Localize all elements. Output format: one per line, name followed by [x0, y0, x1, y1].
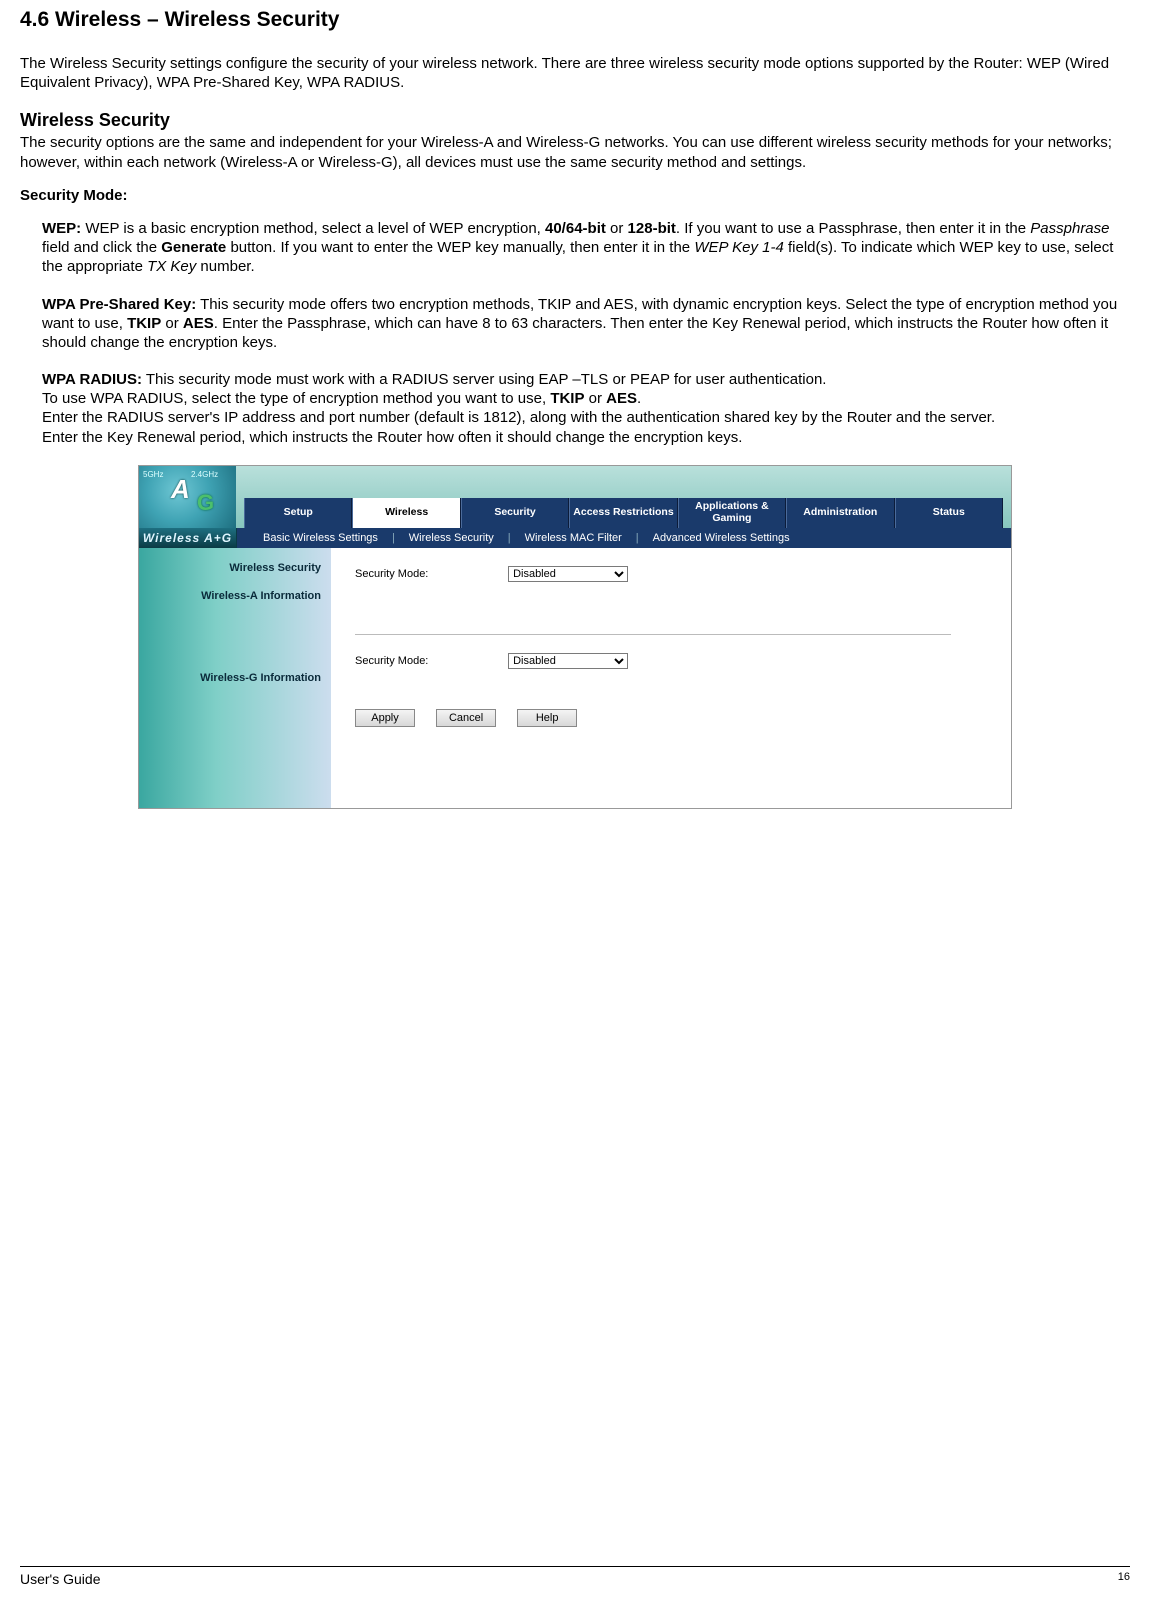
- router-sub-tabs: Basic Wireless Settings| Wireless Securi…: [237, 528, 1011, 548]
- wpa-radius-paragraph: WPA RADIUS: This security mode must work…: [42, 370, 1130, 447]
- tab-administration[interactable]: Administration: [786, 498, 894, 528]
- footer-guide-label: User's Guide: [20, 1571, 100, 1587]
- wireless-security-desc: The security options are the same and in…: [20, 133, 1130, 171]
- security-mode-a-select[interactable]: Disabled: [508, 566, 628, 582]
- subtab-advanced-wireless[interactable]: Advanced Wireless Settings: [639, 532, 804, 544]
- security-mode-a-label: Security Mode:: [355, 568, 505, 580]
- footer-page-number: 16: [1118, 1571, 1130, 1587]
- security-mode-g-select[interactable]: Disabled: [508, 653, 628, 669]
- router-main-tabs: Setup Wireless Security Access Restricti…: [236, 466, 1011, 528]
- tab-status[interactable]: Status: [895, 498, 1003, 528]
- section-title: 4.6 Wireless – Wireless Security: [20, 8, 1130, 32]
- wireless-g-security-row: Security Mode: Disabled: [355, 653, 1001, 669]
- cancel-button[interactable]: Cancel: [436, 709, 496, 727]
- tab-access-restrictions[interactable]: Access Restrictions: [569, 498, 677, 528]
- wireless-security-heading: Wireless Security: [20, 110, 1130, 131]
- security-mode-heading: Security Mode:: [20, 186, 1130, 205]
- subtab-wireless-mac-filter[interactable]: Wireless MAC Filter: [511, 532, 636, 544]
- wpa-psk-paragraph: WPA Pre-Shared Key: This security mode o…: [42, 295, 1130, 353]
- logo-24ghz-text: 2.4GHz: [191, 470, 218, 479]
- wep-label: WEP:: [42, 220, 81, 237]
- router-admin-screenshot: 5GHz 2.4GHz A G Setup Wireless Security …: [138, 465, 1012, 809]
- sidebar-wireless-a-info: Wireless-A Information: [139, 586, 331, 614]
- wep-paragraph: WEP: WEP is a basic encryption method, s…: [42, 219, 1130, 277]
- help-button[interactable]: Help: [517, 709, 577, 727]
- tab-setup[interactable]: Setup: [244, 498, 352, 528]
- wpa-psk-label: WPA Pre-Shared Key:: [42, 296, 196, 313]
- logo-letter-g: G: [197, 490, 214, 516]
- router-divider: [355, 634, 951, 635]
- router-sidebar: Wireless Security Wireless-A Information…: [139, 548, 331, 808]
- tab-security[interactable]: Security: [461, 498, 569, 528]
- router-logo: 5GHz 2.4GHz A G: [139, 466, 236, 528]
- tab-applications-gaming[interactable]: Applications & Gaming: [678, 498, 786, 528]
- tab-wireless[interactable]: Wireless: [352, 498, 460, 528]
- logo-letter-a: A: [171, 474, 190, 505]
- subtab-wireless-security[interactable]: Wireless Security: [395, 532, 508, 544]
- logo-5ghz-text: 5GHz: [143, 470, 163, 479]
- subtab-basic-wireless[interactable]: Basic Wireless Settings: [249, 532, 392, 544]
- page-footer: User's Guide 16: [20, 1566, 1130, 1587]
- wpa-radius-label: WPA RADIUS:: [42, 371, 142, 388]
- security-mode-g-label: Security Mode:: [355, 655, 505, 667]
- apply-button[interactable]: Apply: [355, 709, 415, 727]
- sidebar-wireless-g-info: Wireless-G Information: [139, 614, 331, 696]
- sidebar-wireless-security: Wireless Security: [139, 558, 331, 586]
- intro-paragraph: The Wireless Security settings configure…: [20, 54, 1130, 92]
- wireless-a-security-row: Security Mode: Disabled: [355, 566, 1001, 582]
- router-brand-label: Wireless A+G: [139, 528, 237, 548]
